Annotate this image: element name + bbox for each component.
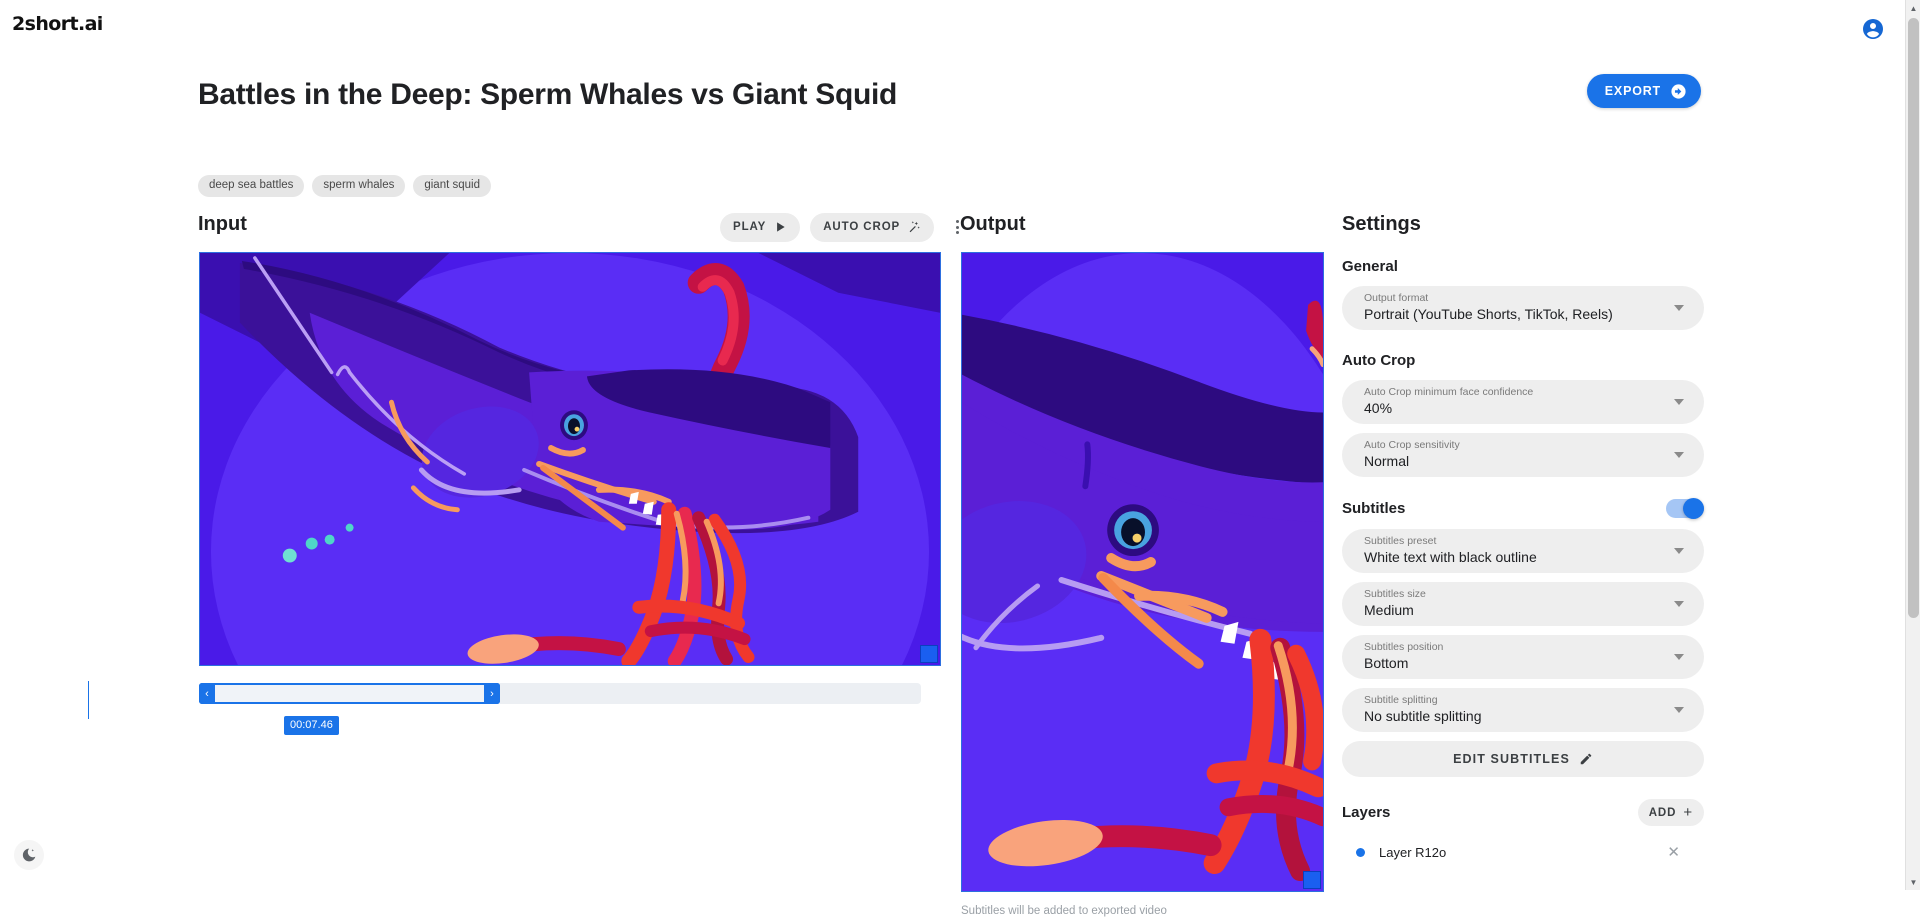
play-icon: [773, 220, 787, 234]
edit-subtitles-label: EDIT SUBTITLES: [1453, 752, 1570, 766]
auto-crop-sensitivity-value: Normal: [1364, 452, 1662, 470]
magic-wand-icon: [907, 220, 921, 234]
subtitles-position-field[interactable]: Subtitles position Bottom: [1342, 635, 1704, 679]
account-circle-icon: [1861, 17, 1885, 41]
timeline-time-label: 00:07.46: [284, 716, 339, 735]
chevron-down-icon: [1674, 452, 1684, 458]
section-layers-heading: Layers ADD +: [1342, 799, 1704, 826]
auto-crop-button[interactable]: AUTO CROP: [810, 213, 934, 242]
layer-color-dot-icon: [1356, 848, 1365, 857]
auto-crop-button-label: AUTO CROP: [823, 221, 900, 233]
section-general-label: General: [1342, 258, 1398, 275]
output-video-frame-image: [962, 253, 1323, 891]
section-general-heading: General: [1342, 258, 1704, 275]
layer-item-label: Layer R12o: [1379, 845, 1653, 860]
input-video-frame-image: [200, 253, 940, 665]
subtitles-toggle[interactable]: [1666, 499, 1704, 518]
top-bar: 2short.ai: [0, 0, 1920, 55]
export-button[interactable]: EXPORT: [1587, 74, 1701, 108]
subtitles-position-label: Subtitles position: [1364, 641, 1662, 654]
output-format-value: Portrait (YouTube Shorts, TikTok, Reels): [1364, 305, 1662, 323]
pencil-icon: [1579, 752, 1593, 766]
timeline-handle-right[interactable]: ›: [484, 683, 500, 704]
chevron-down-icon: [1674, 654, 1684, 660]
crop-resize-handle[interactable]: [920, 645, 938, 663]
app-logo[interactable]: 2short.ai: [12, 13, 103, 35]
section-auto-crop-heading: Auto Crop: [1342, 352, 1704, 369]
subtitles-size-value: Medium: [1364, 601, 1662, 619]
timeline-playhead[interactable]: [88, 681, 89, 719]
more-vertical-icon-dot: [956, 231, 959, 234]
auto-crop-confidence-value: 40%: [1364, 399, 1662, 417]
chevron-down-icon: [1674, 707, 1684, 713]
account-button[interactable]: [1856, 12, 1890, 46]
subtitles-size-field[interactable]: Subtitles size Medium: [1342, 582, 1704, 626]
tag-list: deep sea battles sperm whales giant squi…: [198, 175, 491, 197]
layer-item[interactable]: Layer R12o ✕: [1342, 837, 1704, 867]
add-layer-button[interactable]: ADD +: [1638, 799, 1704, 826]
output-format-label: Output format: [1364, 292, 1662, 305]
section-subtitles-label: Subtitles: [1342, 500, 1405, 517]
tag-item[interactable]: deep sea battles: [198, 175, 304, 197]
auto-crop-sensitivity-label: Auto Crop sensitivity: [1364, 439, 1662, 452]
output-video-preview[interactable]: [961, 252, 1324, 892]
input-toolbar: PLAY AUTO CROP: [720, 212, 970, 242]
section-subtitles-heading: Subtitles: [1342, 499, 1704, 518]
subtitles-preset-field[interactable]: Subtitles preset White text with black o…: [1342, 529, 1704, 573]
auto-crop-sensitivity-field[interactable]: Auto Crop sensitivity Normal: [1342, 433, 1704, 477]
input-panel-title: Input: [198, 213, 247, 236]
scrollbar-up-arrow[interactable]: ▲: [1906, 0, 1920, 16]
output-panel-title: Output: [960, 213, 1026, 236]
chevron-down-icon: [1674, 548, 1684, 554]
subtitles-toggle-knob: [1683, 498, 1704, 519]
auto-crop-confidence-label: Auto Crop minimum face confidence: [1364, 386, 1662, 399]
subtitle-splitting-field[interactable]: Subtitle splitting No subtitle splitting: [1342, 688, 1704, 732]
auto-crop-confidence-field[interactable]: Auto Crop minimum face confidence 40%: [1342, 380, 1704, 424]
chevron-down-icon: [1674, 399, 1684, 405]
timeline-selection-range[interactable]: ‹ ›: [199, 683, 500, 704]
timeline-handle-left[interactable]: ‹: [199, 683, 215, 704]
remove-layer-button[interactable]: ✕: [1667, 845, 1680, 860]
output-crop-handle: [1303, 871, 1321, 889]
subtitle-splitting-label: Subtitle splitting: [1364, 694, 1662, 707]
subtitle-splitting-value: No subtitle splitting: [1364, 707, 1662, 725]
chevron-down-icon: [1674, 305, 1684, 311]
more-vertical-icon-dot: [956, 220, 959, 223]
play-button[interactable]: PLAY: [720, 213, 800, 242]
dark-mode-toggle-button[interactable]: [14, 840, 44, 870]
subtitles-preset-label: Subtitles preset: [1364, 535, 1662, 548]
chevron-down-icon: [1674, 601, 1684, 607]
subtitles-position-value: Bottom: [1364, 654, 1662, 672]
section-auto-crop-label: Auto Crop: [1342, 352, 1415, 369]
play-button-label: PLAY: [733, 221, 766, 233]
add-layer-label: ADD: [1649, 807, 1677, 819]
more-vertical-icon-dot: [956, 226, 959, 229]
moon-icon: [21, 847, 37, 863]
output-format-field[interactable]: Output format Portrait (YouTube Shorts, …: [1342, 286, 1704, 330]
scrollbar-down-arrow[interactable]: ▼: [1906, 874, 1920, 890]
page-scrollbar[interactable]: ▲ ▼: [1905, 0, 1920, 890]
timeline-track[interactable]: ‹ ›: [199, 683, 921, 704]
input-video-preview[interactable]: [199, 252, 941, 666]
section-layers-label: Layers: [1342, 804, 1390, 821]
subtitles-preset-value: White text with black outline: [1364, 548, 1662, 566]
export-button-label: EXPORT: [1605, 84, 1661, 98]
arrow-circle-right-icon: [1670, 83, 1687, 100]
page-title: Battles in the Deep: Sperm Whales vs Gia…: [198, 78, 897, 112]
tag-item[interactable]: sperm whales: [312, 175, 405, 197]
page-content: Battles in the Deep: Sperm Whales vs Gia…: [0, 55, 1905, 890]
output-caption: Subtitles will be added to exported vide…: [961, 905, 1167, 917]
edit-subtitles-button[interactable]: EDIT SUBTITLES: [1342, 741, 1704, 777]
subtitles-size-label: Subtitles size: [1364, 588, 1662, 601]
settings-panel: Settings General Output format Portrait …: [1342, 213, 1704, 867]
plus-icon: +: [1683, 805, 1693, 820]
tag-item[interactable]: giant squid: [413, 175, 491, 197]
scrollbar-thumb[interactable]: [1908, 18, 1919, 618]
settings-title: Settings: [1342, 213, 1704, 236]
